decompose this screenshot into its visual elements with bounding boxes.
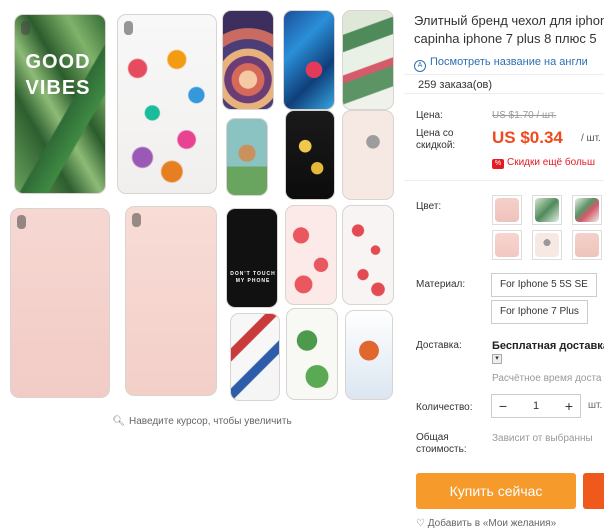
phone-case-gold-butterflies	[285, 110, 335, 200]
phone-case-dont-touch: DON'T TOUCH MY PHONE	[226, 208, 278, 308]
discount-price-label: Цена со скидкой:	[416, 128, 456, 151]
wishlist-text: Добавить в «Мои желания»	[427, 518, 557, 528]
add-to-wishlist-link[interactable]: ♡ Добавить в «Мои желания»	[416, 518, 556, 528]
camera-cutout	[132, 213, 141, 227]
color-swatch-6[interactable]	[572, 230, 602, 260]
phone-case-cat-cup	[226, 118, 268, 196]
magnifier-icon: 🔍︎	[112, 416, 126, 427]
discount-price: US $0.34	[492, 128, 563, 147]
material-option-iphone-5[interactable]: For Iphone 5 5S SE	[491, 273, 597, 297]
zoom-hint-text: Наведите курсор, чтобы увеличить	[129, 416, 292, 427]
more-discounts-link[interactable]: % Скидки ещё больш	[492, 157, 595, 169]
swatch-image	[495, 233, 519, 257]
swatch-image	[575, 233, 599, 257]
quantity-label: Количество:	[416, 402, 473, 413]
case-text-good-vibes: GOOD VIBES	[25, 51, 91, 99]
translate-title-link[interactable]: A Посмотреть название на англи	[414, 56, 588, 72]
swatch-image	[535, 233, 559, 257]
quantity-decrease-button[interactable]: −	[492, 395, 514, 417]
more-discounts-text: Скидки ещё больш	[507, 157, 596, 168]
swatch-image	[575, 198, 599, 222]
color-swatch-1[interactable]	[492, 195, 522, 225]
zoom-hint: 🔍︎ Наведите курсор, чтобы увеличить	[0, 416, 404, 427]
phone-case-butterfly	[283, 10, 335, 110]
divider	[404, 180, 604, 181]
phone-case-strawberry	[342, 205, 394, 305]
phone-case-good-vibes: GOOD VIBES	[14, 14, 106, 194]
material-label: Материал:	[416, 279, 466, 290]
phone-case-london	[230, 313, 280, 401]
camera-cutout	[124, 21, 133, 35]
phone-case-fluffy-cat	[125, 206, 217, 396]
color-swatch-3[interactable]	[572, 195, 602, 225]
phone-case-stacked-cats	[10, 208, 110, 398]
color-swatch-5[interactable]	[532, 230, 562, 260]
orders-count: 259 заказа(ов)	[404, 74, 604, 94]
add-to-cart-button[interactable]	[583, 473, 604, 509]
material-option-iphone-7-plus[interactable]: For Iphone 7 Plus	[491, 300, 588, 324]
product-title: Элитный бренд чехол для iphone capinha i…	[414, 12, 604, 48]
coupon-icon: %	[492, 159, 504, 169]
price-label: Цена:	[416, 110, 443, 121]
phone-case-watermelon	[285, 205, 337, 305]
camera-cutout	[17, 215, 26, 229]
quantity-unit: шт.	[588, 400, 603, 411]
case-text-dont-touch: DON'T TOUCH MY PHONE	[230, 271, 276, 284]
shipping-estimate: Расчётное время доста	[492, 373, 602, 384]
product-info-panel: Элитный бренд чехол для iphone capinha i…	[404, 0, 604, 528]
buy-now-button[interactable]: Купить сейчас	[416, 473, 576, 509]
phone-case-hearts	[117, 14, 217, 194]
translate-icon: A	[414, 60, 426, 72]
product-title-line-2: capinha iphone 7 plus 8 плюс 5	[414, 31, 597, 46]
price-per-unit: / шт.	[581, 133, 601, 144]
color-label: Цвет:	[416, 201, 442, 212]
shipping-method[interactable]: Бесплатная доставка	[492, 340, 604, 352]
quantity-increase-button[interactable]: +	[558, 395, 580, 417]
product-title-line-1: Элитный бренд чехол для iphone	[414, 13, 604, 28]
swatch-image	[495, 198, 519, 222]
old-price: US $1.70 / шт.	[492, 110, 557, 121]
chevron-down-icon[interactable]: ▾	[492, 354, 502, 364]
heart-icon: ♡	[416, 518, 425, 528]
swatch-image	[535, 198, 559, 222]
phone-case-mandala	[222, 10, 274, 110]
phone-case-fox	[345, 310, 393, 400]
phone-case-cactus	[286, 308, 338, 400]
phone-case-tropical-leaves	[342, 10, 394, 110]
color-swatch-2[interactable]	[532, 195, 562, 225]
product-image-gallery[interactable]: GOOD VIBES DON'T TOUCH MY PHONE 🔍︎ Наведи…	[0, 0, 404, 528]
total-cost-note: Зависит от выбранны	[492, 433, 593, 444]
phone-case-dandelion	[342, 110, 394, 200]
total-cost-label: Общая стоимость:	[416, 432, 467, 455]
camera-cutout	[21, 21, 30, 35]
quantity-stepper: − 1 +	[491, 394, 581, 418]
quantity-input[interactable]: 1	[514, 395, 558, 417]
color-swatch-4[interactable]	[492, 230, 522, 260]
translate-link-text: Посмотреть название на англи	[430, 56, 588, 68]
shipping-label: Доставка:	[416, 340, 462, 351]
